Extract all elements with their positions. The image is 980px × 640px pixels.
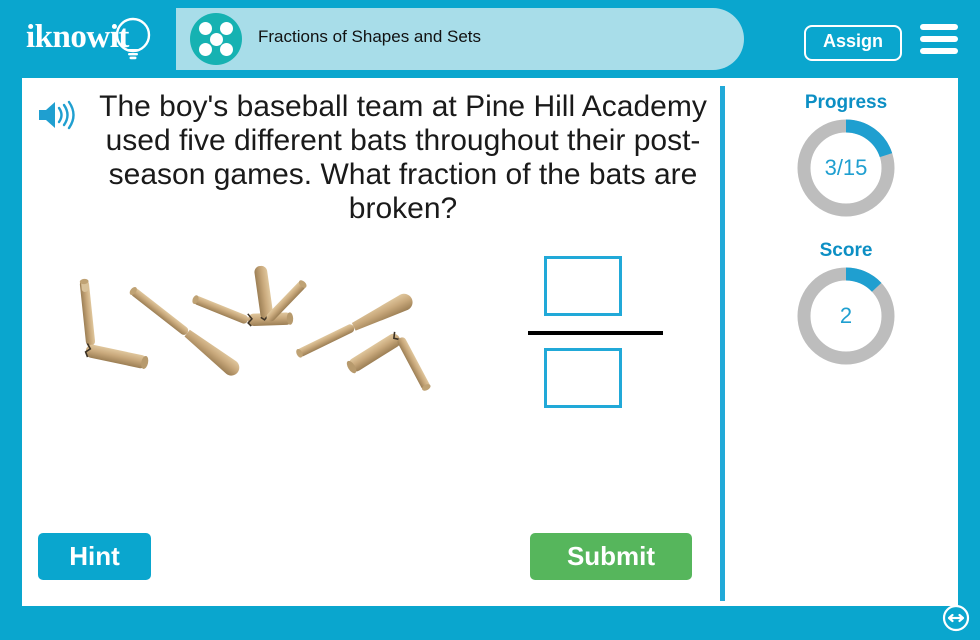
five-dots-circle-icon	[190, 13, 242, 65]
content-card: The boy's baseball team at Pine Hill Aca…	[22, 78, 958, 606]
topic-panel: Fractions of Shapes and Sets	[176, 8, 744, 70]
progress-donut: 3/15	[794, 116, 898, 220]
fraction-bar	[528, 331, 663, 335]
score-label: Score	[819, 240, 873, 261]
app-header: iknowit Fractions of Shapes and Sets Ass…	[0, 0, 980, 78]
numerator-input[interactable]	[544, 256, 622, 316]
baseball-bats-illustration	[79, 265, 431, 391]
speaker-audio-icon[interactable]	[36, 98, 76, 132]
fraction-answer-area	[506, 256, 676, 408]
lightbulb-icon	[115, 17, 151, 60]
assign-button[interactable]: Assign	[803, 25, 902, 61]
denominator-input[interactable]	[544, 348, 622, 408]
iknowit-logo[interactable]: iknowit	[26, 14, 176, 66]
score-value: 2	[839, 303, 853, 328]
score-donut: 2	[794, 264, 898, 368]
submit-button[interactable]: Submit	[530, 533, 692, 580]
hint-button[interactable]: Hint	[38, 533, 151, 580]
progress-sidebar: Progress 3/15 Score 2	[734, 78, 958, 606]
bat-broken-4	[346, 331, 431, 391]
question-text: The boy's baseball team at Pine Hill Aca…	[99, 90, 707, 225]
score-meter: Score 2	[734, 240, 958, 368]
progress-label: Progress	[804, 92, 888, 113]
resize-horizontal-circle-icon[interactable]	[942, 604, 970, 632]
app-window: iknowit Fractions of Shapes and Sets Ass…	[0, 0, 980, 640]
topic-title: Fractions of Shapes and Sets	[258, 27, 482, 46]
progress-meter: Progress 3/15	[734, 92, 958, 220]
bat-whole-2	[296, 293, 413, 358]
vertical-divider	[720, 86, 725, 601]
progress-value: 3/15	[824, 155, 868, 180]
hamburger-menu-icon[interactable]	[920, 24, 958, 54]
